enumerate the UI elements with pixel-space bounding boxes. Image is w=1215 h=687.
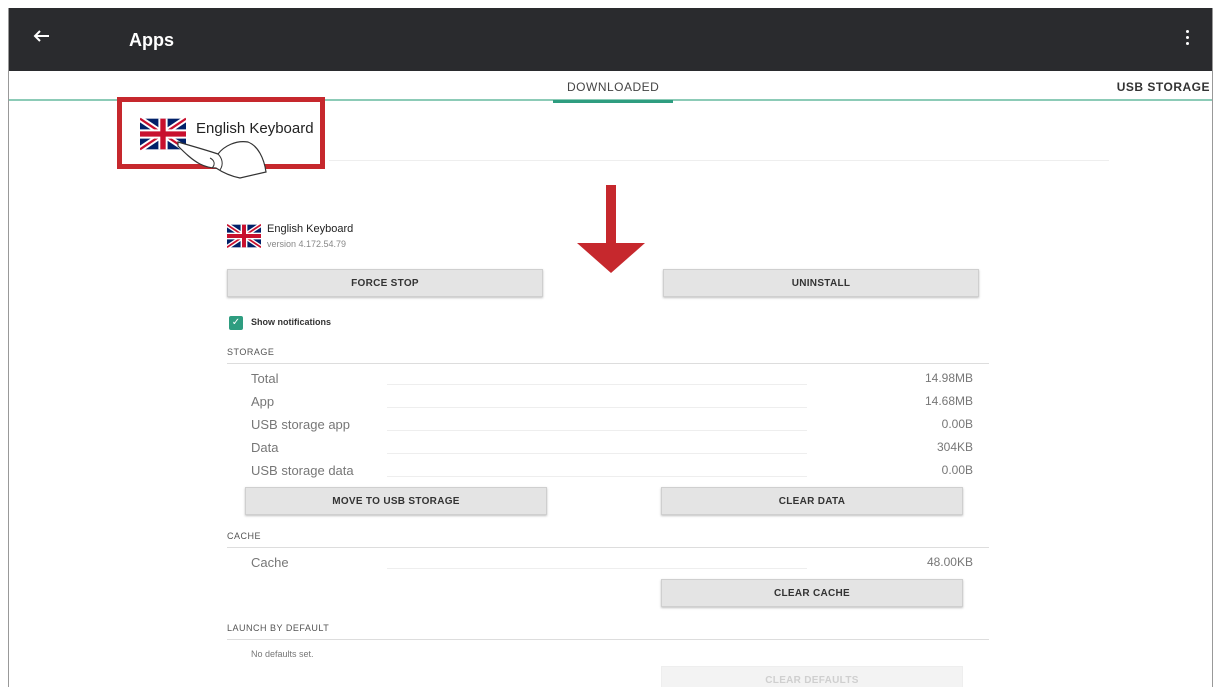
row-divider (387, 568, 807, 569)
row-divider (387, 430, 807, 431)
uninstall-button[interactable]: UNINSTALL (663, 269, 979, 297)
checkbox-checked-icon[interactable]: ✓ (229, 316, 243, 330)
pointing-hand-icon (177, 141, 267, 179)
clear-cache-button[interactable]: CLEAR CACHE (661, 579, 963, 607)
row-divider (387, 384, 807, 385)
storage-row-label: Data (251, 440, 279, 455)
storage-row-value: 0.00B (941, 463, 973, 477)
down-arrow-icon (577, 185, 645, 273)
clear-defaults-button[interactable]: CLEAR DEFAULTS (661, 666, 963, 687)
notifications-label: Show notifications (251, 317, 331, 327)
row-divider (387, 407, 807, 408)
storage-row-value: 14.98MB (924, 371, 973, 385)
storage-row-label: USB storage app (251, 417, 351, 432)
app-header: English Keyboard version 4.172.54.79 (227, 218, 527, 258)
app-name: English Keyboard (267, 223, 354, 235)
storage-row-value: 14.68MB (924, 394, 973, 408)
storage-heading: STORAGE (227, 347, 989, 364)
cache-value: 48.00KB (926, 555, 973, 569)
cache-heading: CACHE (227, 531, 989, 548)
app-window: Apps DOWNLOADED USB STORAGE English Keyb… (8, 8, 1213, 687)
storage-row: USB storage app 0.00B (227, 415, 987, 435)
row-divider (387, 476, 807, 477)
storage-row-value: 0.00B (941, 417, 973, 431)
move-to-usb-button[interactable]: MOVE TO USB STORAGE (245, 487, 547, 515)
overflow-menu-icon[interactable] (1184, 30, 1190, 48)
app-version: version 4.172.54.79 (267, 239, 347, 249)
highlighted-app-item[interactable]: English Keyboard (117, 97, 325, 179)
back-arrow-icon[interactable] (29, 24, 53, 48)
storage-row: USB storage data 0.00B (227, 461, 987, 481)
no-defaults-text: No defaults set. (251, 649, 314, 659)
storage-row-label: Total (251, 371, 279, 386)
row-divider (387, 453, 807, 454)
storage-row-value: 304KB (936, 440, 973, 454)
tab-downloaded[interactable]: DOWNLOADED (552, 80, 674, 103)
storage-row-label: App (251, 394, 275, 409)
launch-heading: LAUNCH BY DEFAULT (227, 623, 989, 640)
page-title: Apps (129, 30, 174, 50)
storage-row: App 14.68MB (227, 392, 987, 412)
uk-flag-icon (227, 222, 261, 250)
divider (329, 160, 1109, 161)
cache-row: Cache 48.00KB (227, 553, 987, 573)
cache-label: Cache (251, 555, 289, 570)
storage-row: Data 304KB (227, 438, 987, 458)
tab-usb-storage[interactable]: USB STORAGE (1117, 80, 1210, 94)
toolbar: Apps (9, 8, 1212, 71)
force-stop-button[interactable]: FORCE STOP (227, 269, 543, 297)
storage-row-label: USB storage data (251, 463, 354, 478)
storage-row: Total 14.98MB (227, 369, 987, 389)
clear-data-button[interactable]: CLEAR DATA (661, 487, 963, 515)
